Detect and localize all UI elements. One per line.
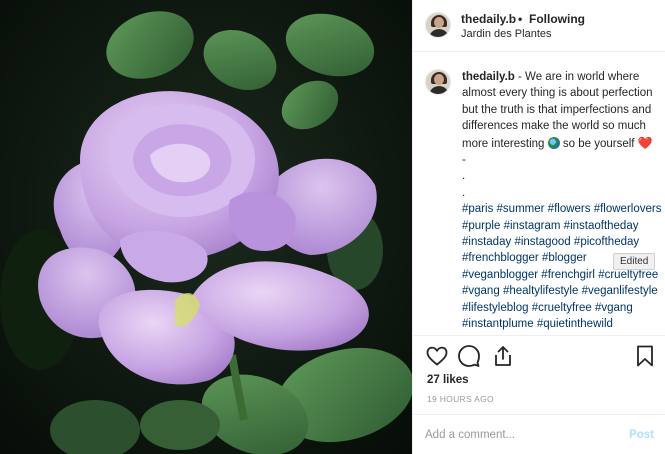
post-photo[interactable]	[0, 0, 412, 454]
separator-dot: •	[518, 12, 523, 26]
post-comment-button[interactable]: Post	[629, 429, 654, 441]
hashtag-link[interactable]: #paris	[462, 203, 493, 215]
bookmark-icon[interactable]	[633, 344, 657, 368]
heart-outline-icon[interactable]	[425, 344, 449, 368]
speech-bubble-icon[interactable]	[457, 344, 481, 368]
hashtag-link[interactable]: #blogger	[542, 252, 587, 264]
post-sidebar: thedaily.b • Following Jardin des Plante…	[412, 0, 665, 454]
post-timestamp[interactable]: 19 HOURS AGO	[427, 394, 494, 404]
hashtag-link[interactable]: #summer	[497, 203, 545, 215]
hashtag-link[interactable]: #picoftheday	[574, 236, 639, 248]
share-icon[interactable]	[491, 344, 515, 368]
caption-dot: .	[462, 186, 466, 199]
caption-dot: .	[462, 170, 466, 183]
hashtag-link[interactable]: #frenchblogger	[462, 252, 539, 264]
likes-count[interactable]: 27 likes	[427, 374, 469, 386]
hashtag-link[interactable]: #vgang	[595, 302, 633, 314]
comment-composer: Post	[413, 414, 665, 454]
hashtag-link[interactable]: #healtylifestyle	[503, 285, 578, 297]
hashtag-link[interactable]: #instaday	[462, 236, 511, 248]
red-heart-emoji-icon: ❤️	[637, 135, 653, 150]
hashtag-link[interactable]: #frenchgirl	[541, 269, 595, 281]
post-caption: thedaily.b - We are in world where almos…	[462, 69, 662, 335]
hashtag-link[interactable]: #crueltyfree	[598, 269, 658, 281]
action-bar	[413, 335, 665, 375]
caption-dash: -	[462, 154, 466, 167]
caption-area: thedaily.b - We are in world where almos…	[413, 53, 665, 335]
hashtag-link[interactable]: #flowerlovers	[594, 203, 662, 215]
caption-avatar[interactable]	[425, 69, 451, 95]
username-link[interactable]: thedaily.b	[461, 12, 516, 26]
hashtag-link[interactable]: #purple	[462, 220, 500, 232]
user-avatar[interactable]	[425, 12, 451, 38]
hashtag-link[interactable]: #instantplume	[462, 318, 534, 330]
location-link[interactable]: Jardin des Plantes	[461, 28, 552, 40]
edited-tooltip: Edited	[613, 253, 656, 270]
rose-image	[0, 0, 412, 454]
hashtag-link[interactable]: #instagram	[504, 220, 561, 232]
globe-emoji-icon	[547, 136, 560, 149]
hashtag-link[interactable]: #vgang	[462, 285, 500, 297]
post-header: thedaily.b • Following Jardin des Plante…	[413, 0, 665, 52]
hashtag-link[interactable]: #lifestyleblog	[462, 302, 528, 314]
comment-input[interactable]	[425, 423, 615, 447]
caption-username[interactable]: thedaily.b	[462, 71, 515, 83]
hashtag-link[interactable]: #instagood	[514, 236, 570, 248]
hashtag-link[interactable]: #crueltyfree	[532, 302, 592, 314]
hashtag-link[interactable]: #instaoftheday	[564, 220, 639, 232]
following-button[interactable]: Following	[529, 12, 585, 26]
hashtag-link[interactable]: #quietinthewild	[537, 318, 613, 330]
caption-tail: so be yourself	[562, 137, 635, 150]
hashtag-link[interactable]: #veganblogger	[462, 269, 538, 281]
hashtag-link[interactable]: #flowers	[548, 203, 591, 215]
hashtag-link[interactable]: #veganlifestyle	[582, 285, 658, 297]
